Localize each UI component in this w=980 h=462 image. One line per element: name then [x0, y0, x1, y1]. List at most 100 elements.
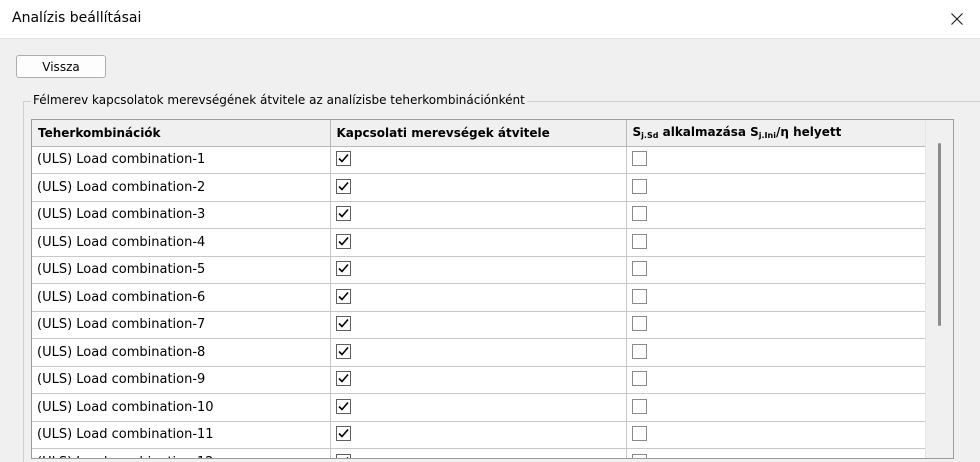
transfer-cell [330, 201, 627, 229]
table-row: (ULS) Load combination-4 [32, 228, 927, 257]
transfer-checkbox[interactable] [335, 178, 351, 194]
combination-table: Teherkombinációk Kapcsolati merevségek á… [32, 120, 927, 458]
transfer-checkbox[interactable] [335, 261, 351, 277]
transfer-cell [330, 146, 627, 174]
combination-name: (ULS) Load combination-4 [32, 228, 331, 257]
header-use-sjsd[interactable]: Sj.Sd alkalmazása Sj.Ini/η helyett [626, 120, 927, 147]
table-header-row: Teherkombinációk Kapcsolati merevségek á… [32, 120, 927, 147]
transfer-checkbox[interactable] [335, 371, 351, 387]
combination-name: (ULS) Load combination-7 [32, 311, 331, 339]
table-row: (ULS) Load combination-9 [32, 366, 927, 394]
scrollbar-thumb[interactable] [938, 143, 941, 326]
close-button[interactable] [934, 0, 980, 38]
use-sjsd-cell [626, 201, 927, 229]
use-sjsd-checkbox[interactable] [631, 261, 647, 277]
transfer-cell [330, 421, 627, 449]
table-row: (ULS) Load combination-10 [32, 393, 927, 422]
table-row: (ULS) Load combination-8 [32, 338, 927, 367]
use-sjsd-cell [626, 421, 927, 449]
use-sjsd-cell [626, 283, 927, 312]
transfer-cell [330, 256, 627, 284]
title-bar: Analízis beállításai [0, 0, 980, 39]
check-icon [337, 154, 349, 163]
use-sjsd-checkbox[interactable] [631, 343, 647, 359]
transfer-checkbox[interactable] [335, 426, 351, 442]
header-sjini-sub: j.Ini [758, 131, 776, 141]
back-button[interactable]: Vissza [16, 55, 106, 78]
combination-name: (ULS) Load combination-6 [32, 283, 331, 312]
check-icon [345, 456, 349, 458]
transfer-cell [330, 173, 627, 202]
header-sjsd-prefix: S [632, 125, 642, 140]
transfer-cell [330, 393, 627, 422]
table-row: (ULS) Load combination-6 [32, 283, 927, 312]
transfer-cell [330, 338, 627, 367]
check-icon [337, 319, 349, 328]
table-row: (ULS) Load combination-5 [32, 256, 927, 284]
check-icon [337, 264, 349, 273]
combination-name: (ULS) Load combination-1 [32, 146, 331, 174]
use-sjsd-cell [626, 311, 927, 339]
header-sjini-suffix: /η helyett [775, 125, 842, 140]
vertical-scrollbar[interactable] [925, 120, 953, 458]
use-sjsd-checkbox[interactable] [631, 206, 647, 222]
use-sjsd-checkbox[interactable] [631, 233, 647, 249]
header-transfer[interactable]: Kapcsolati merevségek átvitele [330, 120, 627, 147]
check-icon [337, 429, 349, 438]
transfer-checkbox[interactable] [335, 233, 351, 249]
use-sjsd-checkbox[interactable] [631, 371, 647, 387]
combination-name: (ULS) Load combination-2 [32, 173, 331, 202]
combination-grid: Teherkombinációk Kapcsolati merevségek á… [31, 119, 954, 459]
transfer-cell [330, 228, 627, 257]
combination-name: (ULS) Load combination-12 [32, 448, 331, 458]
table-row: (ULS) Load combination-2 [32, 173, 927, 202]
check-icon [337, 346, 349, 356]
transfer-checkbox[interactable] [335, 206, 351, 222]
combination-name: (ULS) Load combination-8 [32, 338, 331, 367]
check-icon [337, 181, 349, 191]
transfer-checkbox[interactable] [335, 288, 351, 304]
table-row: (ULS) Load combination-7 [32, 311, 927, 339]
use-sjsd-checkbox[interactable] [631, 453, 647, 458]
use-sjsd-cell [626, 146, 927, 174]
groupbox-label: Félmerev kapcsolatok merevségének átvite… [31, 92, 527, 108]
combination-name: (ULS) Load combination-5 [32, 256, 331, 284]
use-sjsd-checkbox[interactable] [631, 288, 647, 304]
combination-name: (ULS) Load combination-9 [32, 366, 331, 394]
transfer-cell [330, 283, 627, 312]
check-icon [337, 401, 349, 411]
transfer-checkbox[interactable] [335, 453, 351, 458]
check-icon [337, 291, 349, 301]
use-sjsd-cell [626, 256, 927, 284]
combination-name: (ULS) Load combination-10 [32, 393, 331, 422]
transfer-checkbox[interactable] [335, 398, 351, 414]
close-icon [951, 13, 963, 25]
header-sjsd-middle: alkalmazása S [658, 125, 759, 140]
use-sjsd-cell [626, 228, 927, 257]
use-sjsd-cell [626, 393, 927, 422]
table-row: (ULS) Load combination-3 [32, 201, 927, 229]
use-sjsd-cell [626, 338, 927, 367]
check-icon [337, 236, 349, 246]
use-sjsd-cell [626, 366, 927, 394]
transfer-cell [330, 448, 627, 458]
use-sjsd-checkbox[interactable] [631, 178, 647, 194]
transfer-checkbox[interactable] [335, 151, 351, 167]
transfer-checkbox[interactable] [335, 316, 351, 332]
use-sjsd-checkbox[interactable] [631, 151, 647, 167]
use-sjsd-cell [626, 173, 927, 202]
header-combinations[interactable]: Teherkombinációk [32, 120, 331, 147]
use-sjsd-checkbox[interactable] [631, 316, 647, 332]
table-row: (ULS) Load combination-11 [32, 421, 927, 449]
check-icon [337, 374, 349, 383]
transfer-cell [330, 311, 627, 339]
check-icon [337, 209, 349, 218]
table-row: (ULS) Load combination-12 [32, 448, 927, 458]
transfer-checkbox[interactable] [335, 343, 351, 359]
use-sjsd-checkbox[interactable] [631, 398, 647, 414]
use-sjsd-checkbox[interactable] [631, 426, 647, 442]
combination-name: (ULS) Load combination-11 [32, 421, 331, 449]
header-sjsd-sub: j.Sd [641, 131, 659, 141]
window-title: Analízis beállításai [12, 10, 142, 26]
table-row: (ULS) Load combination-1 [32, 146, 927, 174]
